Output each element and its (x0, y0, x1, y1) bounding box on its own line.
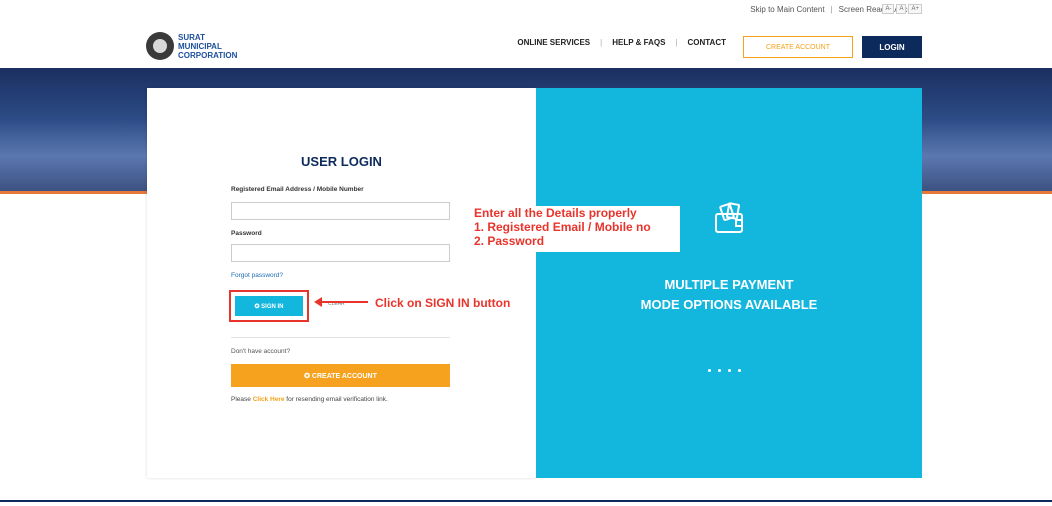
site-logo[interactable]: SURAT MUNICIPAL CORPORATION (146, 32, 237, 60)
signin-button[interactable]: ✪ SIGN IN (235, 296, 303, 316)
logo-emblem-icon (146, 32, 174, 60)
main-nav: ONLINE SERVICES | HELP & FAQS | CONTACT (517, 38, 726, 47)
email-field[interactable] (231, 202, 450, 220)
header-create-account-button[interactable]: CREATE ACCOUNT (743, 36, 853, 58)
logo-text: SURAT MUNICIPAL CORPORATION (178, 33, 237, 60)
login-title: USER LOGIN (301, 154, 382, 169)
carousel-dot[interactable] (738, 369, 741, 372)
no-account-text: Don't have account? (231, 348, 291, 355)
create-account-button[interactable]: ✪ CREATE ACCOUNT (231, 364, 450, 387)
resend-suffix: for resending email verification link. (284, 396, 388, 403)
annotation-details: Enter all the Details properly 1. Regist… (474, 206, 651, 248)
logo-line-3: CORPORATION (178, 50, 238, 60)
font-decrease-button[interactable]: A- (882, 4, 895, 14)
promo-line-2: MODE OPTIONS AVAILABLE (640, 297, 818, 312)
font-size-controls: A- A A+ (882, 4, 922, 14)
logo-line-2: MUNICIPAL (178, 41, 222, 51)
divider (231, 337, 450, 338)
resend-verification-text: Please Click Here for resending email ve… (231, 396, 388, 403)
annotation-signin-hint: Click on SIGN IN button (375, 296, 511, 310)
nav-separator: | (600, 38, 603, 47)
resend-click-here-link[interactable]: Click Here (253, 396, 285, 403)
nav-separator: | (675, 38, 678, 47)
carousel-dots (708, 369, 741, 372)
font-increase-button[interactable]: A+ (908, 4, 922, 14)
promo-text: MULTIPLE PAYMENT MODE OPTIONS AVAILABLE (536, 275, 922, 315)
nav-contact[interactable]: CONTACT (687, 38, 726, 47)
login-card: USER LOGIN Registered Email Address / Mo… (147, 88, 536, 478)
password-field[interactable] (231, 244, 450, 262)
skip-to-main-link[interactable]: Skip to Main Content (750, 5, 824, 14)
header-login-button[interactable]: LOGIN (862, 36, 922, 58)
font-normal-button[interactable]: A (896, 4, 907, 14)
carousel-dot[interactable] (708, 369, 711, 372)
top-utility-bar: Skip to Main Content | Screen Reader Acc… (0, 0, 1052, 22)
carousel-dot[interactable] (718, 369, 721, 372)
signin-highlight-box: ✪ SIGN IN (229, 290, 309, 322)
password-label: Password (231, 230, 262, 237)
site-header: SURAT MUNICIPAL CORPORATION ONLINE SERVI… (0, 22, 1052, 68)
forgot-password-link[interactable]: Forgot password? (231, 272, 283, 279)
nav-help-faqs[interactable]: HELP & FAQS (612, 38, 665, 47)
logo-line-1: SURAT (178, 32, 205, 42)
promo-line-1: MULTIPLE PAYMENT (664, 277, 794, 292)
wallet-icon (715, 202, 743, 233)
email-label: Registered Email Address / Mobile Number (231, 186, 364, 193)
annotation-arrow-line (320, 301, 368, 303)
footer-divider (0, 500, 1052, 502)
utility-separator: | (830, 5, 833, 14)
nav-online-services[interactable]: ONLINE SERVICES (517, 38, 590, 47)
resend-prefix: Please (231, 396, 253, 403)
promo-panel: MULTIPLE PAYMENT MODE OPTIONS AVAILABLE (536, 88, 922, 478)
carousel-dot[interactable] (728, 369, 731, 372)
